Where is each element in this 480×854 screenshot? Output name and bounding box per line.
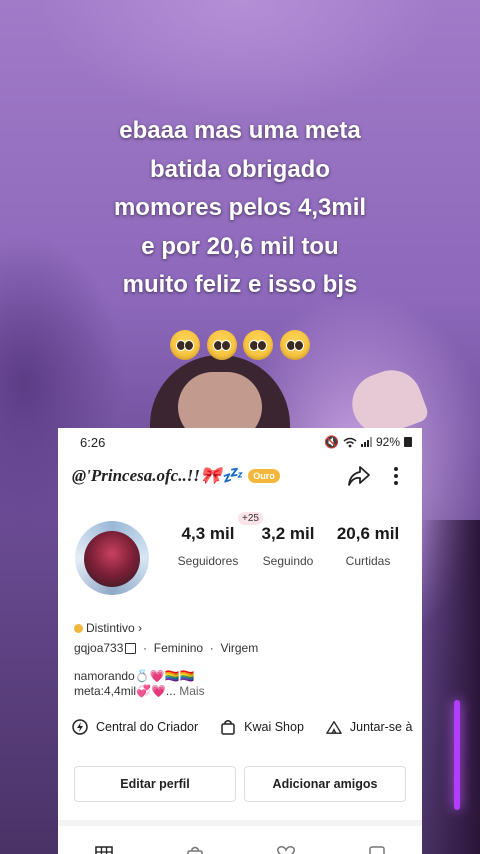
- edit-profile-button[interactable]: Editar perfil: [74, 766, 236, 802]
- more-vertical-icon[interactable]: [384, 463, 408, 489]
- pleading-face-icon: [206, 330, 237, 360]
- kwai-shop-shortcut[interactable]: Kwai Shop: [220, 719, 304, 735]
- join-shortcut[interactable]: Juntar-se à: [326, 719, 413, 735]
- bio-text: meta:4,4mil💞💗...: [74, 684, 176, 698]
- bio-line-1: namorando💍💗🏳️‍🌈🏳️‍🌈: [74, 669, 195, 683]
- bio-line-2: meta:4,4mil💞💗... Mais: [74, 684, 205, 698]
- following-count: 3,2 mil: [261, 524, 315, 543]
- following-stat[interactable]: 3,2 mil Seguindo: [248, 524, 328, 568]
- likes-count: 20,6 mil: [336, 524, 400, 543]
- pleading-face-emojis: [0, 330, 480, 365]
- status-icons: 🔇 92%: [324, 435, 412, 449]
- followers-count: 4,3 mil: [181, 524, 235, 543]
- edit-icon[interactable]: [125, 643, 137, 655]
- status-time: 6:26: [80, 434, 106, 450]
- mute-icon: 🔇: [324, 435, 339, 449]
- signal-icon: [360, 437, 372, 447]
- profile-summary: 4,3 mil Seguidores +25 3,2 mil Seguindo …: [58, 512, 422, 606]
- share-arrow-icon[interactable]: [346, 463, 372, 489]
- square-icon[interactable]: [367, 846, 387, 854]
- chevron-right-icon: ›: [138, 621, 143, 635]
- profile-tabs: [58, 820, 422, 854]
- kwai-shop-label: Kwai Shop: [244, 720, 304, 734]
- followers-stat[interactable]: 4,3 mil Seguidores: [168, 524, 248, 568]
- shopping-bag-icon: [220, 719, 236, 735]
- caption-text: ebaaa mas uma meta batida obrigado momor…: [113, 117, 367, 298]
- profile-actions: Editar perfil Adicionar amigos: [74, 766, 406, 802]
- pleading-face-icon: [279, 330, 310, 360]
- likes-stat[interactable]: 20,6 mil Curtidas: [328, 524, 408, 568]
- background-shadow: [420, 520, 480, 854]
- ouro-badge[interactable]: Ouro: [248, 469, 280, 483]
- led-light: [454, 700, 460, 810]
- lightning-icon: [72, 719, 88, 735]
- distintivo-label: Distintivo: [86, 621, 135, 635]
- tent-icon: [326, 719, 342, 735]
- avatar[interactable]: [72, 516, 152, 600]
- battery-icon: [404, 437, 412, 447]
- zodiac-sign: Virgem: [220, 641, 259, 655]
- likes-label: Curtidas: [345, 554, 391, 568]
- distintivo-icon: [74, 624, 83, 634]
- heart-icon[interactable]: [276, 846, 296, 854]
- gender: Feminino: [153, 641, 204, 655]
- creator-center-shortcut[interactable]: Central do Criador: [72, 719, 198, 735]
- username: @'Princesa.ofc..!!🎀💤: [72, 466, 243, 485]
- profile-info-line: gqjoa733 · Feminino · Virgem: [74, 641, 259, 655]
- creator-center-label: Central do Criador: [96, 720, 199, 734]
- lock-bag-icon[interactable]: [185, 846, 205, 854]
- distintivo-link[interactable]: Distintivo ›: [74, 621, 142, 635]
- status-bar: 6:26 🔇 92%: [58, 428, 422, 456]
- creator-shortcuts: Central do Criador Kwai Shop Juntar-se à: [72, 716, 422, 738]
- profile-header: @'Princesa.ofc..!!🎀💤 Ouro: [58, 456, 422, 496]
- followers-label: Seguidores: [177, 554, 239, 568]
- kwai-id: gqjoa733: [74, 641, 124, 655]
- following-label: Seguindo: [262, 554, 314, 568]
- battery-percent: 92%: [375, 435, 400, 449]
- join-label: Juntar-se à: [349, 720, 413, 734]
- grid-icon[interactable]: [94, 846, 114, 854]
- profile-screenshot: 6:26 🔇 92% @'Princesa.ofc..!!🎀💤 Ouro 4,3…: [58, 428, 422, 854]
- add-friends-button[interactable]: Adicionar amigos: [244, 766, 406, 802]
- bio-more-link[interactable]: Mais: [179, 684, 204, 698]
- wifi-icon: [343, 437, 357, 447]
- avatar-image: [84, 531, 140, 587]
- pleading-face-icon: [170, 330, 201, 360]
- pleading-face-icon: [243, 330, 274, 360]
